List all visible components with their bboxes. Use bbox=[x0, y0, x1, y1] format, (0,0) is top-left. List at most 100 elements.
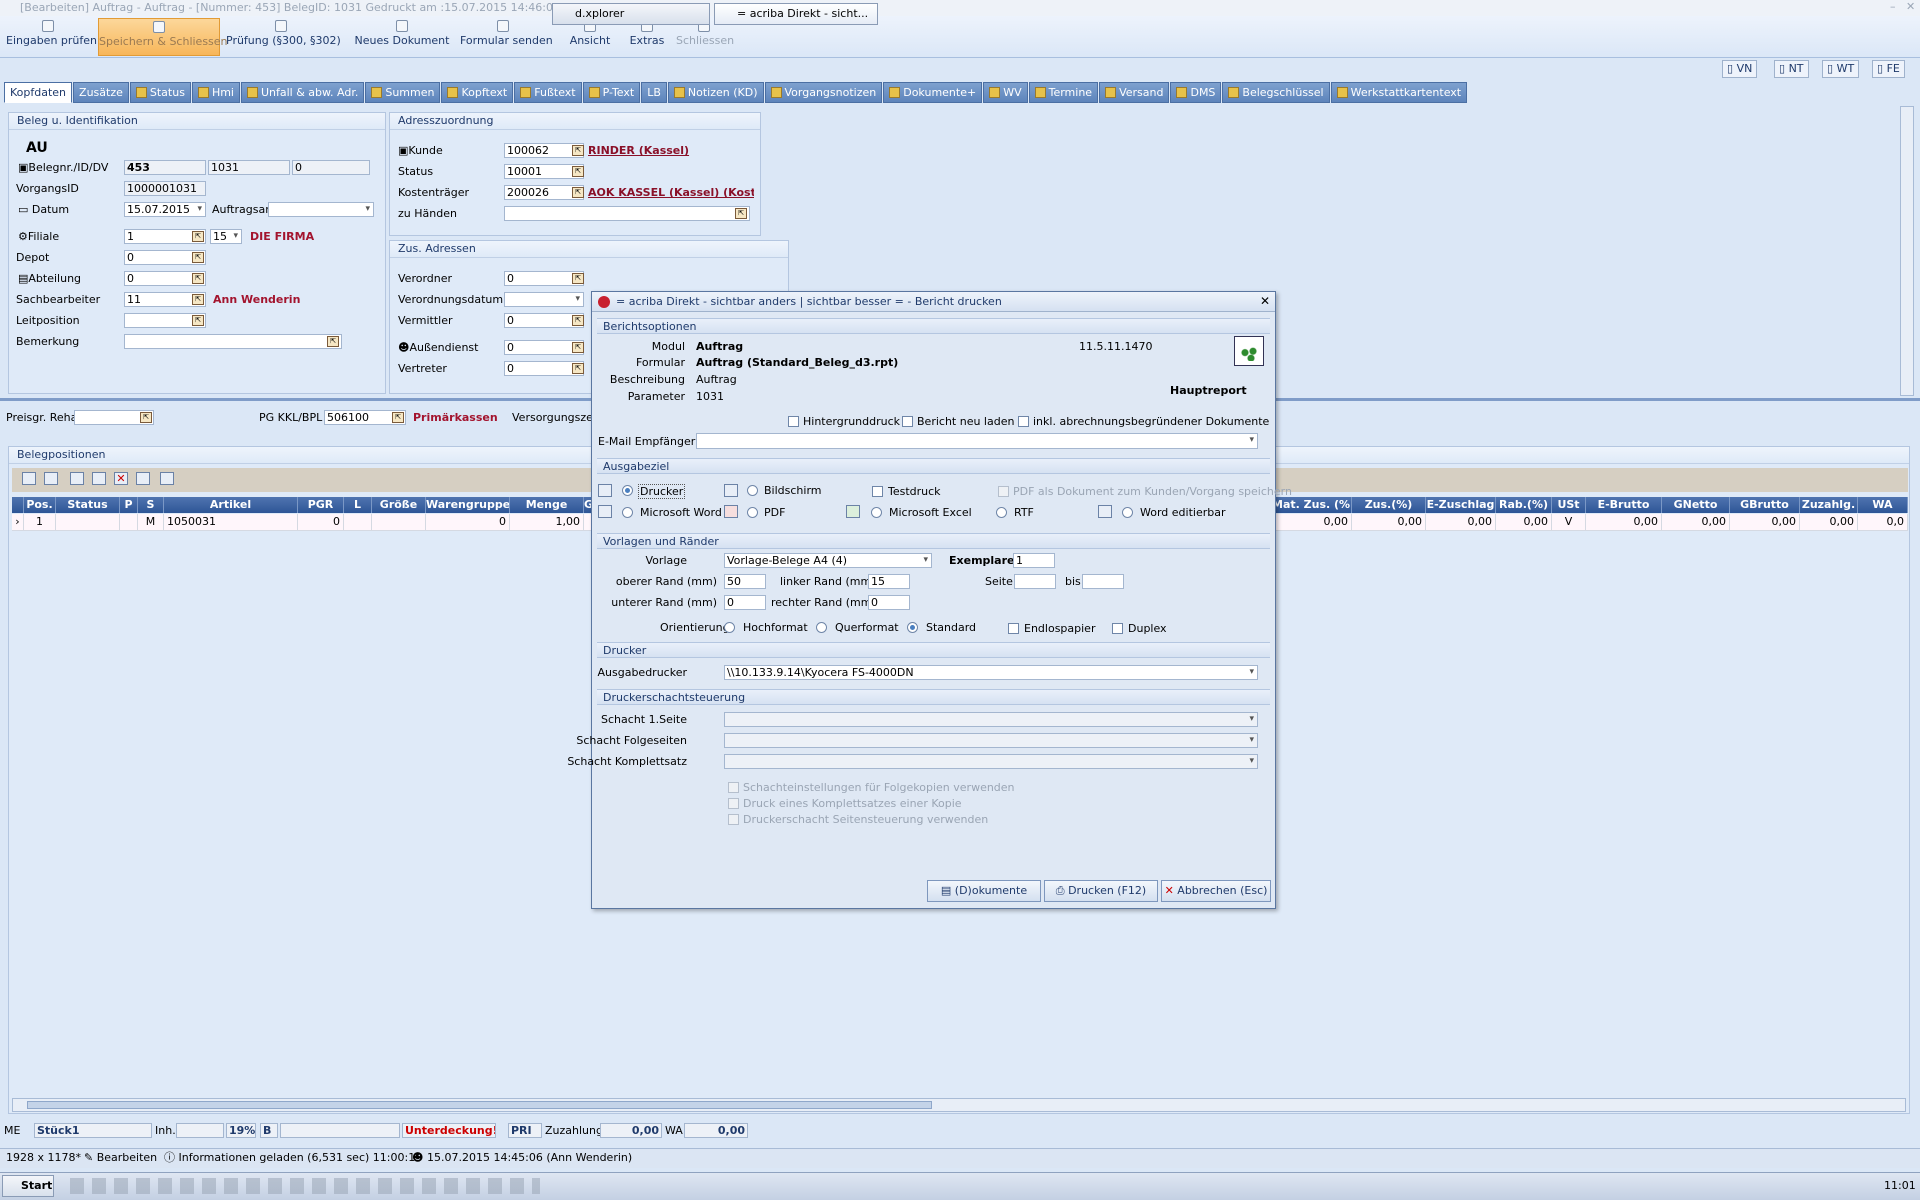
copy-icon[interactable] bbox=[92, 472, 106, 485]
corner-tab-nt[interactable]: ▯ NT bbox=[1774, 60, 1809, 78]
duplex-checkbox[interactable] bbox=[1112, 623, 1123, 634]
beleg-dv-field[interactable]: 0 bbox=[292, 160, 370, 175]
speichern-schliessen-button[interactable]: Speichern & Schliessen bbox=[98, 18, 228, 56]
taskbar-acriba[interactable]: = acriba Direkt - sicht... bbox=[714, 3, 878, 25]
move-icon[interactable] bbox=[136, 472, 150, 485]
top-scrollbar[interactable] bbox=[1900, 106, 1914, 396]
tab-wv[interactable]: WV bbox=[983, 82, 1028, 103]
links-field[interactable]: 15 bbox=[868, 574, 910, 589]
abbrechen-button[interactable]: ✕ Abbrechen (Esc) bbox=[1161, 880, 1271, 902]
corner-tab-vn[interactable]: ▯ VN bbox=[1722, 60, 1758, 78]
word-radio[interactable] bbox=[622, 507, 633, 518]
tab-unfall[interactable]: Unfall & abw. Adr. bbox=[240, 82, 365, 103]
drucker-radio[interactable] bbox=[622, 485, 633, 496]
tab-dokumente[interactable]: Dokumente+ bbox=[883, 82, 983, 103]
eingaben-pruefen-button[interactable]: Eingaben prüfen bbox=[6, 18, 97, 56]
datum-field[interactable]: 15.07.2015 bbox=[124, 202, 206, 217]
pdfdok-checkbox[interactable] bbox=[998, 486, 1009, 497]
vdatum-field[interactable] bbox=[504, 292, 584, 307]
tab-kopftext[interactable]: Kopftext bbox=[441, 82, 514, 103]
lookup-icon[interactable]: ⇱ bbox=[392, 412, 404, 423]
schachtf-select[interactable] bbox=[724, 733, 1258, 748]
lookup-icon[interactable]: ⇱ bbox=[192, 294, 204, 305]
stueck-field[interactable]: Stück1 bbox=[34, 1123, 152, 1138]
filiale2-select[interactable]: 15 bbox=[210, 229, 242, 244]
wordedit-radio[interactable] bbox=[1122, 507, 1133, 518]
tab-dms[interactable]: DMS bbox=[1170, 82, 1222, 103]
auftragsart-select[interactable] bbox=[268, 202, 374, 217]
tab-lb[interactable]: LB bbox=[641, 82, 667, 103]
tab-notizen[interactable]: Notizen (KD) bbox=[667, 82, 764, 103]
seite-field[interactable] bbox=[1014, 574, 1056, 589]
belegnr-field[interactable]: 453 bbox=[124, 160, 206, 175]
lookup-icon[interactable]: ⇱ bbox=[572, 315, 584, 326]
vorgang-field[interactable]: 1000001031 bbox=[124, 181, 206, 196]
dokumente-button[interactable]: ▤ (D)okumente bbox=[927, 880, 1041, 902]
tab-zusaetze[interactable]: Zusätze bbox=[73, 82, 129, 103]
lookup-icon[interactable]: ⇱ bbox=[192, 315, 204, 326]
lookup-icon[interactable]: ⇱ bbox=[192, 273, 204, 284]
tab-ptext[interactable]: P-Text bbox=[582, 82, 641, 103]
c2-checkbox[interactable] bbox=[728, 798, 739, 809]
bildschirm-radio[interactable] bbox=[747, 485, 758, 496]
exemplare-field[interactable]: 1 bbox=[1013, 553, 1055, 568]
schachtk-select[interactable] bbox=[724, 754, 1258, 769]
excel-radio[interactable] bbox=[871, 507, 882, 518]
vorlage-select[interactable]: Vorlage-Belege A4 (4) bbox=[724, 553, 932, 568]
h-scrollbar[interactable] bbox=[12, 1098, 1906, 1112]
quicklaunch-icons[interactable] bbox=[70, 1178, 540, 1194]
pruefung-button[interactable]: Prüfung (§300, §302) bbox=[226, 18, 341, 56]
bis-field[interactable] bbox=[1082, 574, 1124, 589]
lookup-icon[interactable]: ⇱ bbox=[572, 145, 584, 156]
taskbar-dxplorer[interactable]: d.xplorer bbox=[552, 3, 710, 25]
beleg-id-field[interactable]: 1031 bbox=[208, 160, 290, 175]
c3-checkbox[interactable] bbox=[728, 814, 739, 825]
testdruck-checkbox[interactable] bbox=[872, 486, 883, 497]
h-scroll-thumb[interactable] bbox=[27, 1101, 932, 1109]
inh-field[interactable] bbox=[176, 1123, 224, 1138]
drucken-button[interactable]: ⎙ Drucken (F12) bbox=[1044, 880, 1158, 902]
rechts-field[interactable]: 0 bbox=[868, 595, 910, 610]
delete-icon[interactable]: ✕ bbox=[114, 472, 128, 485]
kost-name-link[interactable]: AOK KASSEL (Kassel) (Koste bbox=[588, 186, 754, 199]
link-icon[interactable] bbox=[44, 472, 58, 485]
standard-radio[interactable] bbox=[907, 622, 918, 633]
tab-versand[interactable]: Versand bbox=[1099, 82, 1170, 103]
close-window-icon[interactable]: ✕ bbox=[1906, 0, 1915, 13]
lookup-icon[interactable]: ⇱ bbox=[572, 342, 584, 353]
ausgabe-select[interactable]: \\10.133.9.14\Kyocera FS-4000DN bbox=[724, 665, 1258, 680]
tab-termine[interactable]: Termine bbox=[1028, 82, 1099, 103]
corner-tab-fe[interactable]: ▯ FE bbox=[1872, 60, 1905, 78]
tab-belegschluessel[interactable]: Belegschlüssel bbox=[1222, 82, 1330, 103]
endlos-checkbox[interactable] bbox=[1008, 623, 1019, 634]
hintergrund-checkbox[interactable] bbox=[788, 416, 799, 427]
tab-summen[interactable]: Summen bbox=[365, 82, 441, 103]
start-button[interactable]: Start bbox=[2, 1175, 54, 1197]
unten-field[interactable]: 0 bbox=[724, 595, 766, 610]
lookup-icon[interactable]: ⇱ bbox=[572, 363, 584, 374]
tab-werkstattkartentext[interactable]: Werkstattkartentext bbox=[1330, 82, 1468, 103]
tab-kopfdaten[interactable]: Kopfdaten bbox=[4, 82, 73, 103]
lookup-icon[interactable]: ⇱ bbox=[140, 412, 152, 423]
rtf-radio[interactable] bbox=[996, 507, 1007, 518]
bem-field[interactable] bbox=[124, 334, 342, 349]
tab-fusstext[interactable]: Fußtext bbox=[514, 82, 582, 103]
lookup-icon[interactable]: ⇱ bbox=[572, 273, 584, 284]
add-icon[interactable] bbox=[70, 472, 84, 485]
lookup-icon[interactable]: ⇱ bbox=[327, 336, 339, 347]
email-select[interactable] bbox=[696, 433, 1258, 449]
kunde-name-link[interactable]: RINDER (Kassel) bbox=[588, 144, 689, 157]
lookup-icon[interactable]: ⇱ bbox=[572, 166, 584, 177]
hoch-radio[interactable] bbox=[724, 622, 735, 633]
formular-senden-button[interactable]: Formular senden bbox=[460, 18, 553, 56]
lookup-icon[interactable]: ⇱ bbox=[192, 231, 204, 242]
lookup-icon[interactable]: ⇱ bbox=[572, 187, 584, 198]
dialog-close-icon[interactable]: ✕ bbox=[1260, 294, 1270, 308]
edit-icon[interactable] bbox=[22, 472, 36, 485]
tab-vorgangsnotizen[interactable]: Vorgangsnotizen bbox=[764, 82, 883, 103]
corner-tab-wt[interactable]: ▯ WT bbox=[1822, 60, 1860, 78]
inkl-checkbox[interactable] bbox=[1018, 416, 1029, 427]
zuh-field[interactable] bbox=[504, 206, 750, 221]
quer-radio[interactable] bbox=[816, 622, 827, 633]
neues-dokument-button[interactable]: Neues Dokument bbox=[350, 18, 454, 56]
